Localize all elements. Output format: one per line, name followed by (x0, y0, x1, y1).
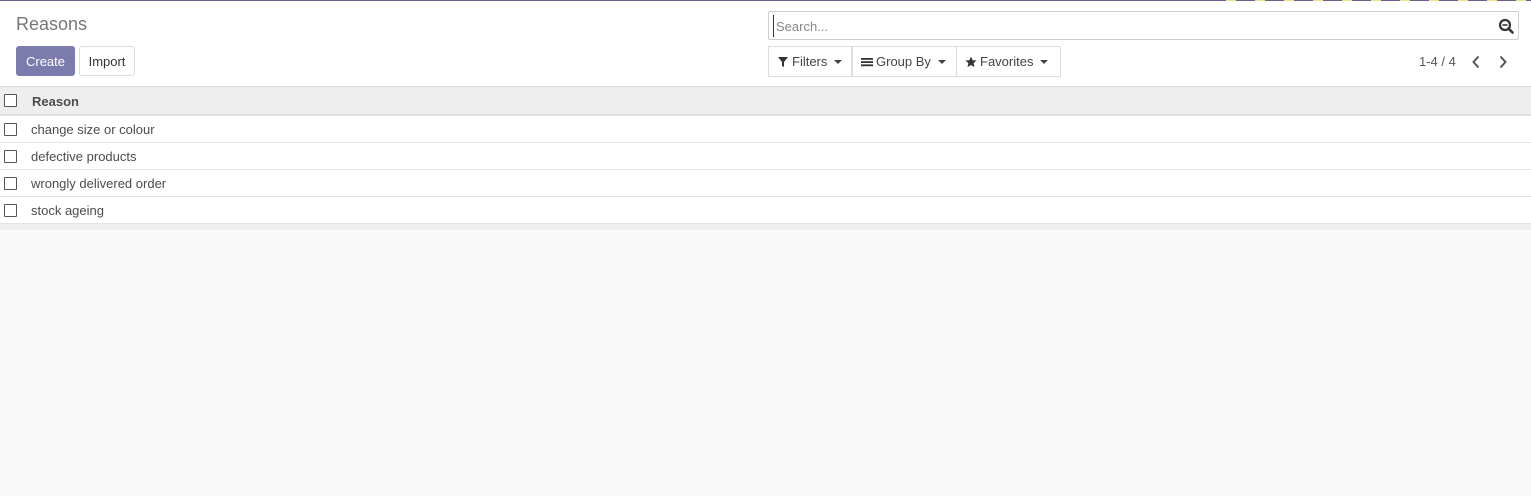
table-row[interactable]: change size or colour (0, 116, 1531, 143)
select-all-checkbox[interactable] (4, 94, 17, 107)
table-row[interactable]: wrongly delivered order (0, 170, 1531, 197)
chevron-down-icon (937, 59, 946, 64)
filters-dropdown[interactable]: Filters (768, 46, 852, 77)
favorites-label: Favorites (980, 54, 1034, 69)
page-title: Reasons (16, 14, 88, 34)
import-button[interactable]: Import (79, 46, 135, 76)
reason-cell: wrongly delivered order (31, 176, 167, 191)
control-panel: Reasons Create Import Filters Group By (0, 1, 1531, 87)
chevron-down-icon (1040, 59, 1049, 64)
table-header: Reason (0, 87, 1531, 116)
reasons-table: Reason change size or colour defective p… (0, 87, 1531, 230)
reason-cell: defective products (31, 149, 137, 164)
favorites-dropdown[interactable]: Favorites (956, 46, 1061, 77)
star-icon (965, 56, 977, 68)
filter-icon (777, 56, 789, 68)
row-checkbox[interactable] (4, 177, 17, 190)
row-checkbox[interactable] (4, 150, 17, 163)
create-button[interactable]: Create (16, 46, 75, 76)
reason-cell: change size or colour (31, 122, 155, 137)
reason-cell: stock ageing (31, 203, 104, 218)
row-checkbox[interactable] (4, 204, 17, 217)
search-input[interactable] (773, 15, 1488, 37)
chevron-down-icon (834, 59, 843, 64)
table-footer (0, 224, 1531, 230)
table-row[interactable]: stock ageing (0, 197, 1531, 224)
group-by-label: Group By (876, 54, 931, 69)
list-icon (861, 56, 873, 68)
group-by-dropdown[interactable]: Group By (852, 46, 957, 77)
row-checkbox[interactable] (4, 123, 17, 136)
chevron-left-icon[interactable] (1468, 53, 1484, 70)
table-row[interactable]: defective products (0, 143, 1531, 170)
column-header-reason[interactable]: Reason (32, 94, 79, 109)
filters-label: Filters (792, 54, 828, 69)
pager-value[interactable]: 1-4 / 4 (1419, 54, 1456, 69)
search-box (768, 11, 1519, 40)
search-icon[interactable] (1498, 18, 1514, 34)
chevron-right-icon[interactable] (1495, 53, 1511, 70)
